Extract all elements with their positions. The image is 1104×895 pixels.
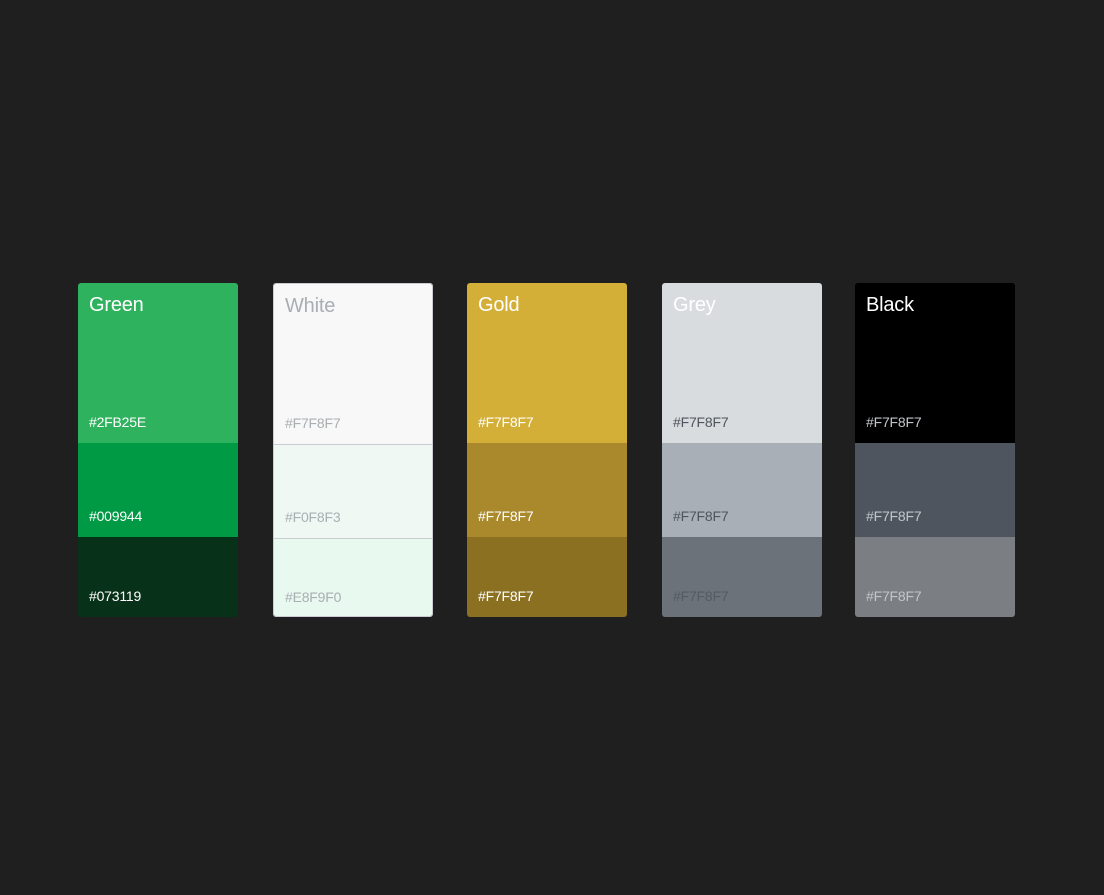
swatch-secondary: #F7F8F7 (662, 443, 822, 537)
hex-label: #F7F8F7 (866, 588, 922, 604)
palette-row: Green #2FB25E #009944 #073119 White #F7F… (78, 283, 1015, 617)
hex-label: #F0F8F3 (285, 509, 341, 525)
hex-label: #073119 (89, 588, 142, 604)
swatch-tertiary: #E8F9F0 (274, 538, 432, 616)
swatch-tertiary: #F7F8F7 (467, 537, 627, 617)
swatch-primary: Black #F7F8F7 (855, 283, 1015, 443)
swatch-tertiary: #F7F8F7 (855, 537, 1015, 617)
hex-label: #2FB25E (89, 414, 146, 430)
swatch-secondary: #F7F8F7 (855, 443, 1015, 537)
palette-card-gold: Gold #F7F8F7 #F7F8F7 #F7F8F7 (467, 283, 627, 617)
hex-label: #F7F8F7 (866, 508, 922, 524)
swatch-tertiary: #073119 (78, 537, 238, 617)
palette-title: Black (866, 294, 914, 316)
palette-title: White (285, 295, 336, 317)
hex-label: #F7F8F7 (673, 508, 729, 524)
palette-card-white: White #F7F8F7 #F0F8F3 #E8F9F0 (273, 283, 433, 617)
hex-label: #F7F8F7 (285, 415, 341, 431)
hex-label: #F7F8F7 (478, 414, 534, 430)
swatch-secondary: #F7F8F7 (467, 443, 627, 537)
hex-label: #E8F9F0 (285, 589, 342, 605)
palette-card-grey: Grey #F7F8F7 #F7F8F7 #F7F8F7 (662, 283, 822, 617)
palette-title: Grey (673, 294, 716, 316)
hex-label: #009944 (89, 508, 143, 524)
palette-title: Gold (478, 294, 520, 316)
hex-label: #F7F8F7 (478, 508, 534, 524)
hex-label: #F7F8F7 (673, 588, 729, 604)
swatch-tertiary: #F7F8F7 (662, 537, 822, 617)
swatch-primary: Grey #F7F8F7 (662, 283, 822, 443)
swatch-secondary: #F0F8F3 (274, 444, 432, 538)
swatch-primary: Gold #F7F8F7 (467, 283, 627, 443)
hex-label: #F7F8F7 (866, 414, 922, 430)
swatch-secondary: #009944 (78, 443, 238, 537)
palette-card-green: Green #2FB25E #009944 #073119 (78, 283, 238, 617)
swatch-primary: Green #2FB25E (78, 283, 238, 443)
swatch-primary: White #F7F8F7 (274, 284, 432, 444)
palette-title: Green (89, 294, 144, 316)
hex-label: #F7F8F7 (673, 414, 729, 430)
hex-label: #F7F8F7 (478, 588, 534, 604)
palette-card-black: Black #F7F8F7 #F7F8F7 #F7F8F7 (855, 283, 1015, 617)
